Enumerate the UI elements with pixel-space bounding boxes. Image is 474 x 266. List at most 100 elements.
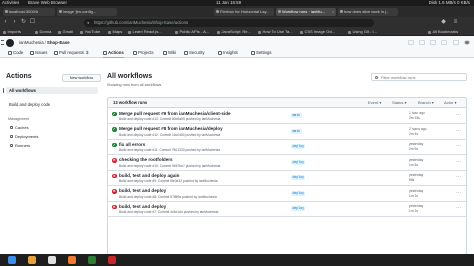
branch-filter[interactable]: Branch ▾ (418, 98, 434, 108)
workflow-run-row[interactable]: ✕ build, test and deploy Build and deplo… (108, 202, 466, 217)
actor-filter[interactable]: Actor ▾ (444, 98, 456, 108)
bookmark-icon (348, 30, 351, 34)
extensions-icon[interactable]: ◆ (440, 19, 447, 26)
tab-issues[interactable]: Issues (30, 49, 47, 57)
inbox-icon[interactable] (452, 40, 459, 45)
back-icon[interactable]: ‹ (2, 19, 9, 26)
avatar[interactable] (464, 40, 470, 45)
run-title-link[interactable]: checking the rootfolders (119, 157, 173, 162)
reload-icon[interactable]: ↻ (20, 19, 27, 26)
gear-icon (251, 51, 255, 55)
status-filter[interactable]: Status ▾ (392, 98, 406, 108)
plus-icon[interactable] (418, 40, 425, 45)
kebab-menu-icon[interactable]: ⋯ (456, 190, 461, 196)
bookmark-item[interactable]: How To Use Ta... (258, 28, 293, 36)
branch-badge[interactable]: deploy (291, 159, 306, 165)
hamburger-menu-icon[interactable] (1, 40, 4, 45)
workflow-runs-list: 13 workflow runs Event ▾ Status ▾ Branch… (107, 97, 467, 266)
dock-app-icon[interactable] (48, 256, 56, 264)
dock-app-icon[interactable] (88, 256, 96, 264)
browser-tab-bar: localhost:3000/# image 'jim-config... Fl… (0, 6, 474, 17)
workflow-run-row[interactable]: ✓ Merge pull request #8 from ianMuchesia… (108, 124, 466, 140)
branch-badge[interactable]: deploy (291, 175, 306, 180)
filter-workflow-runs-input[interactable]: Filter workflow runs (371, 73, 467, 81)
bookmark-item[interactable]: CSS Image Ovl... (300, 28, 335, 36)
sidebar-item-deployments[interactable]: Deployments (10, 134, 38, 140)
server-icon (10, 144, 13, 148)
run-title-link[interactable]: build, test and deploy again (119, 173, 180, 178)
bookmark-item[interactable]: YouTube (80, 28, 100, 36)
bookmark-item[interactable]: Learn React.js... (128, 28, 162, 36)
run-title-link[interactable]: fix all errors (119, 142, 145, 147)
browser-tab[interactable]: image 'jim-config... (57, 7, 117, 16)
close-tab-icon[interactable]: × (332, 8, 334, 17)
repo-owner-link[interactable]: ianMuchesia (19, 40, 44, 45)
branch-badge[interactable]: main (291, 128, 302, 134)
menu-icon[interactable]: ≡ (452, 19, 459, 26)
bookmark-item[interactable]: Imports (3, 28, 21, 36)
workflow-run-row[interactable]: ✕ checking the rootfolders Build and dep… (108, 155, 466, 171)
browser-tab[interactable]: Flexbox for Horizontal Lay... (214, 7, 274, 16)
tab-wiki[interactable]: Wiki (163, 49, 176, 57)
tab-insights[interactable]: Insights (218, 49, 238, 57)
run-time: yesterday (409, 157, 424, 162)
bookmark-item[interactable]: Maps (108, 28, 122, 36)
dock-app-icon[interactable] (8, 256, 16, 264)
kebab-menu-icon[interactable]: ⋯ (456, 112, 461, 118)
tab-pull-requests[interactable]: Pull requests 3 (54, 49, 90, 57)
run-title-link[interactable]: build, test and deploy (119, 204, 166, 209)
forward-icon[interactable]: › (11, 19, 18, 26)
sidebar-item-all-workflows[interactable]: All workflows (3, 87, 98, 94)
kebab-menu-icon[interactable]: ⋯ (456, 205, 461, 211)
browser-tab[interactable]: localhost:3000/# (3, 7, 55, 16)
kebab-menu-icon[interactable]: ⋯ (456, 143, 461, 149)
branch-badge[interactable]: deploy (291, 144, 306, 149)
sidebar-item-runners[interactable]: Runners (10, 143, 30, 149)
kebab-menu-icon[interactable]: ⋯ (456, 174, 461, 180)
tab-actions[interactable]: Actions (103, 49, 124, 58)
kebab-menu-icon[interactable]: ⋯ (456, 159, 461, 165)
run-title-link[interactable]: Merge pull request #9 from ianMuchesia/c… (119, 111, 231, 116)
bookmark-item[interactable]: Using Git - I... (348, 28, 377, 36)
repo-name-link[interactable]: Shop-Ease (47, 40, 70, 45)
browser-tab[interactable]: how does slice work in j... (338, 7, 398, 16)
dock-app-icon[interactable] (108, 256, 116, 264)
bookmark-item[interactable]: Gmail (58, 28, 73, 36)
browser-tab-active[interactable]: Workflow runs · ianMu... × (276, 7, 336, 17)
tab-settings[interactable]: Settings (251, 49, 272, 57)
run-meta: Build and deploy code #11: Commit 750133… (119, 148, 221, 152)
branch-badge[interactable]: main (291, 113, 302, 118)
bookmark-item[interactable]: Donna (35, 28, 51, 36)
pull-requests-icon[interactable] (441, 40, 448, 45)
tab-security[interactable]: Security (184, 49, 205, 57)
bookmark-item[interactable]: JavaScript: Re... (217, 28, 251, 36)
run-title-link[interactable]: build, test and deploy (119, 188, 166, 193)
dock-app-icon[interactable] (68, 256, 76, 264)
branch-badge[interactable]: deploy (291, 206, 306, 211)
workflow-run-row[interactable]: ✓ fix all errors Build and deploy code #… (108, 140, 466, 155)
run-title-link[interactable]: Merge pull request #8 from ianMuchesia/d… (119, 126, 223, 131)
issue-icon (30, 51, 34, 55)
bookmark-icon (217, 30, 220, 34)
bookmark-item[interactable]: Public APIs - A... (175, 28, 209, 36)
workflow-run-row[interactable]: ✕ build, test and deploy Build and deplo… (108, 186, 466, 202)
github-logo-icon[interactable] (6, 39, 14, 47)
dock-app-icon[interactable] (28, 256, 36, 264)
bookmark-icon[interactable]: ☐ (29, 19, 36, 26)
all-bookmarks[interactable]: All Bookmarks (428, 28, 458, 36)
issues-icon[interactable] (430, 40, 437, 45)
event-filter[interactable]: Event ▾ (368, 98, 381, 108)
workflow-run-row[interactable]: ✕ build, test and deploy again Build and… (108, 171, 466, 186)
search-icon[interactable] (407, 40, 414, 45)
new-workflow-button[interactable]: New workflow (62, 74, 101, 82)
branch-badge[interactable]: deploy (291, 190, 306, 196)
folder-icon (428, 30, 431, 34)
sidebar-item-caches[interactable]: Caches (10, 125, 29, 131)
address-bar[interactable]: ● https://github.com/ianMuchesia/Shop-Ea… (84, 18, 374, 27)
sidebar-item-build-and-deploy[interactable]: Build and deploy code (6, 101, 98, 108)
tab-code[interactable]: Code (8, 49, 23, 57)
tab-projects[interactable]: Projects (133, 49, 154, 57)
workflow-run-row[interactable]: ✓ Merge pull request #9 from ianMuchesia… (108, 109, 466, 124)
kebab-menu-icon[interactable]: ⋯ (456, 128, 461, 134)
code-icon (8, 51, 12, 55)
